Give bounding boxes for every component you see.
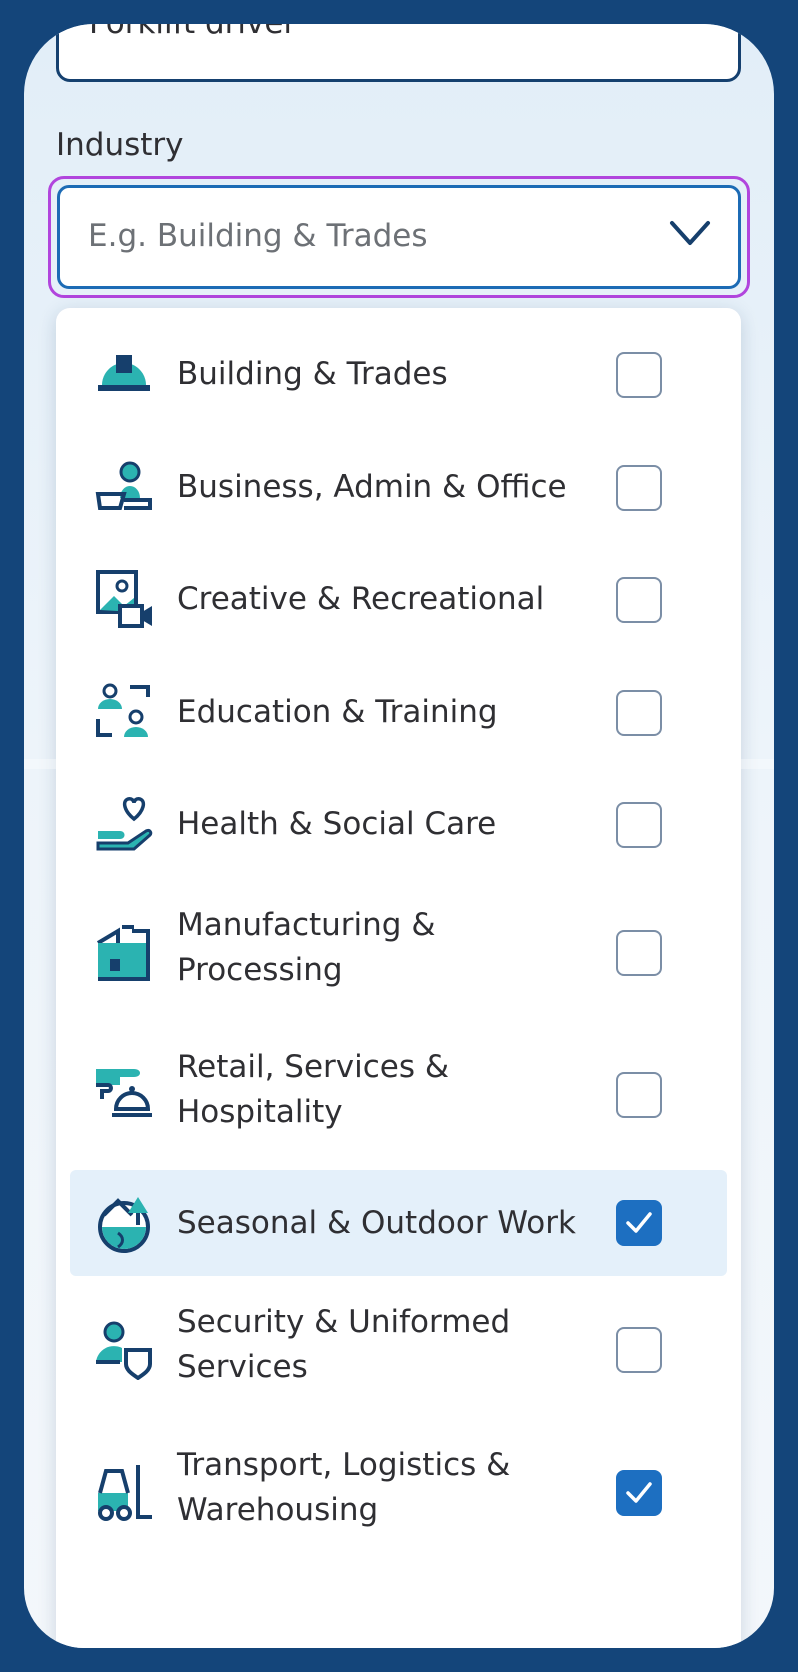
office-worker-icon bbox=[95, 461, 152, 510]
globe-tree-icon bbox=[98, 1197, 150, 1253]
option-checkbox[interactable] bbox=[616, 1327, 662, 1373]
industry-select-focus-ring: E.g. Building & Trades bbox=[48, 176, 750, 298]
option-label: Transport, Logistics & Warehousing bbox=[177, 1447, 511, 1528]
industry-option-education-training[interactable]: Education & Training bbox=[56, 668, 741, 758]
option-label: Manufacturing & Processing bbox=[177, 907, 436, 988]
option-checkbox[interactable] bbox=[616, 577, 662, 623]
person-shield-icon bbox=[96, 1321, 152, 1380]
industry-option-retail-services-hospitality[interactable]: Retail, Services & Hospitality bbox=[56, 1035, 741, 1155]
industry-option-health-social-care[interactable]: Health & Social Care bbox=[56, 780, 741, 870]
factory-icon bbox=[96, 925, 150, 981]
industry-option-creative-recreational[interactable]: Creative & Recreational bbox=[56, 555, 741, 645]
option-label: Retail, Services & Hospitality bbox=[177, 1049, 450, 1130]
service-bell-icon bbox=[96, 1069, 152, 1117]
option-label: Creative & Recreational bbox=[177, 581, 545, 617]
heart-hand-icon bbox=[96, 797, 153, 851]
hard-hat-icon bbox=[98, 355, 150, 391]
option-label: Seasonal & Outdoor Work bbox=[177, 1205, 576, 1241]
previous-text-field[interactable]: Forklift driver bbox=[56, 24, 741, 82]
industry-label: Industry bbox=[56, 127, 184, 163]
option-label: Education & Training bbox=[177, 694, 498, 730]
industry-option-security-uniformed-services[interactable]: Security & Uniformed Services bbox=[56, 1290, 741, 1410]
option-label: Building & Trades bbox=[177, 356, 448, 392]
chevron-down-icon[interactable] bbox=[668, 218, 712, 248]
industry-select[interactable]: E.g. Building & Trades bbox=[57, 185, 741, 289]
industry-option-building-trades[interactable]: Building & Trades bbox=[56, 330, 741, 420]
checkmark-icon bbox=[626, 1212, 652, 1233]
option-label: Security & Uniformed Services bbox=[177, 1304, 511, 1385]
industry-option-transport-logistics-warehousing[interactable]: Transport, Logistics & Warehousing bbox=[56, 1433, 741, 1553]
option-checkbox[interactable] bbox=[616, 802, 662, 848]
teacher-student-icon bbox=[96, 683, 150, 737]
previous-field-value: Forklift driver bbox=[89, 24, 296, 41]
option-label: Business, Admin & Office bbox=[177, 469, 567, 505]
phone-screen: Forklift driver Industry E.g. Building &… bbox=[24, 24, 774, 1648]
option-label: Health & Social Care bbox=[177, 806, 497, 842]
industry-option-seasonal-outdoor-work[interactable]: Seasonal & Outdoor Work bbox=[56, 1170, 741, 1276]
option-checkbox-checked[interactable] bbox=[616, 1200, 662, 1246]
media-camera-icon bbox=[96, 570, 152, 628]
option-checkbox[interactable] bbox=[616, 465, 662, 511]
option-checkbox[interactable] bbox=[616, 1072, 662, 1118]
option-checkbox[interactable] bbox=[616, 930, 662, 976]
industry-dropdown-list: Building & Trades Business, Admin & Offi… bbox=[56, 308, 741, 1648]
industry-select-placeholder: E.g. Building & Trades bbox=[88, 218, 428, 254]
forklift-icon bbox=[98, 1465, 152, 1521]
option-checkbox[interactable] bbox=[616, 690, 662, 736]
option-checkbox-checked[interactable] bbox=[616, 1470, 662, 1516]
industry-option-manufacturing-processing[interactable]: Manufacturing & Processing bbox=[56, 893, 741, 1013]
industry-option-business-admin-office[interactable]: Business, Admin & Office bbox=[56, 443, 741, 533]
option-checkbox[interactable] bbox=[616, 352, 662, 398]
checkmark-icon bbox=[626, 1482, 652, 1503]
